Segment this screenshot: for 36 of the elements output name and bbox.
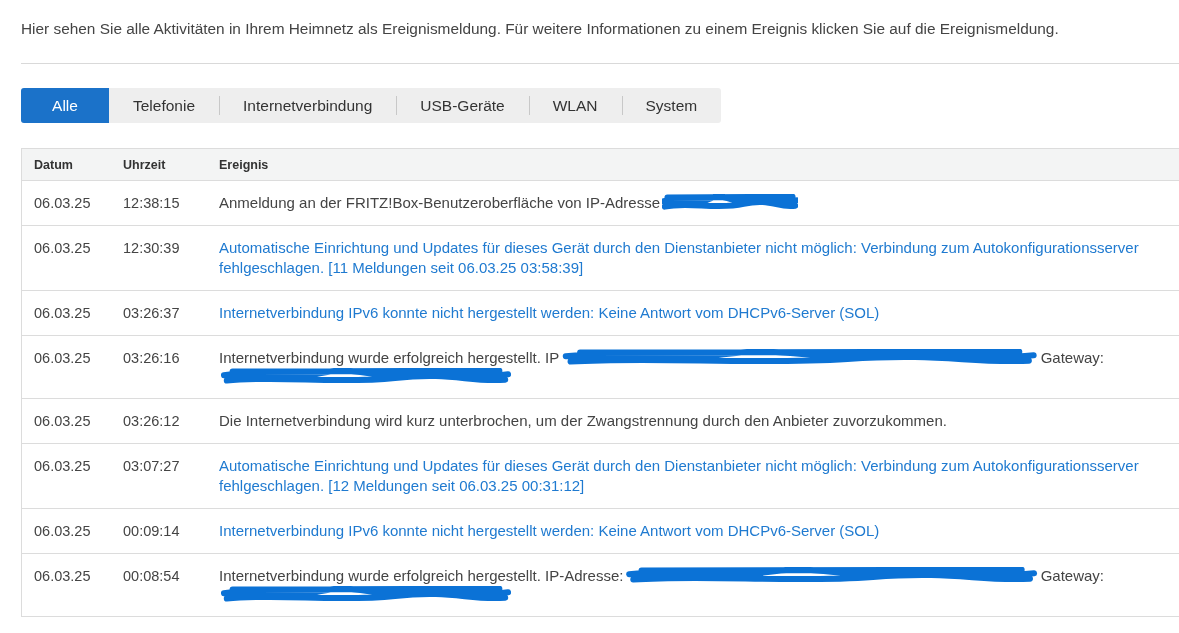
time-text: 12:30:39 bbox=[123, 240, 180, 256]
column-header: Uhrzeit bbox=[123, 158, 166, 172]
event-text: Internetverbindung wurde erfolgreich hergestellt. IP bbox=[219, 348, 560, 368]
event-link[interactable]: Internetverbindung IPv6 konnte nicht hergestellt werden: Keine Antwort vom DHCPv6-Server (SOL) bbox=[219, 521, 880, 541]
column-header: Ereignis bbox=[219, 158, 269, 172]
filter-tab[interactable]: Telefonie bbox=[109, 88, 220, 123]
date-text: 06.03.25 bbox=[34, 568, 91, 584]
event-text: Anmeldung an der FRITZ!Box-Benutzeroberfläche von IP-Adresse bbox=[219, 193, 661, 213]
filter-tab[interactable]: System bbox=[621, 88, 722, 123]
event-link[interactable]: Automatische Einrichtung und Updates für dieses Gerät durch den Dienstanbieter nicht möglich: Verbindung zum Autokonfigurationsserver fehlgeschlagen. [11 Meldungen seit 06.03.25 03:58:39] bbox=[219, 238, 1167, 278]
date-text: 06.03.25 bbox=[34, 458, 91, 474]
event-text: Gateway: bbox=[1040, 566, 1104, 586]
event-link[interactable]: Automatische Einrichtung und Updates für dieses Gerät durch den Dienstanbieter nicht möglich: Verbindung zum Autokonfigurationsserver fehlgeschlagen. [12 Meldungen seit 06.03.25 00:31:12] bbox=[219, 456, 1167, 496]
time-text: 00:08:54 bbox=[123, 568, 180, 584]
time-text: 03:26:37 bbox=[123, 305, 180, 321]
time-text: 12:38:15 bbox=[123, 195, 180, 211]
date-text: 06.03.25 bbox=[34, 305, 91, 321]
date-text: 06.03.25 bbox=[34, 240, 91, 256]
filter-tab[interactable]: Alle bbox=[21, 88, 109, 123]
time-text: 03:26:12 bbox=[123, 413, 180, 429]
date-text: 06.03.25 bbox=[34, 413, 91, 429]
event-text: Gateway: bbox=[1040, 348, 1104, 368]
event-text: Internetverbindung wurde erfolgreich hergestellt. IP-Adresse: bbox=[219, 566, 624, 586]
filter-tab[interactable]: Internetverbindung bbox=[219, 88, 397, 123]
filter-tab[interactable]: USB-Geräte bbox=[396, 88, 529, 123]
date-text: 06.03.25 bbox=[34, 195, 91, 211]
date-text: 06.03.25 bbox=[34, 523, 91, 539]
event-text: Die Internetverbindung wird kurz unterbrochen, um der Zwangstrennung durch den Anbieter zuvorzukommen. bbox=[219, 411, 947, 431]
time-text: 03:07:27 bbox=[123, 458, 180, 474]
date-text: 06.03.25 bbox=[34, 350, 91, 366]
filter-tab[interactable]: WLAN bbox=[528, 88, 622, 123]
time-text: 00:09:14 bbox=[123, 523, 180, 539]
column-header: Datum bbox=[34, 158, 73, 172]
event-link[interactable]: Internetverbindung IPv6 konnte nicht hergestellt werden: Keine Antwort vom DHCPv6-Server (SOL) bbox=[219, 303, 880, 323]
intro-text: Hier sehen Sie alle Aktivitäten in Ihrem Heimnetz als Ereignismeldung. Für weitere Informationen zu einem Ereignis klicken Sie auf die Ereignismeldung. bbox=[21, 19, 1059, 39]
time-text: 03:26:16 bbox=[123, 350, 180, 366]
